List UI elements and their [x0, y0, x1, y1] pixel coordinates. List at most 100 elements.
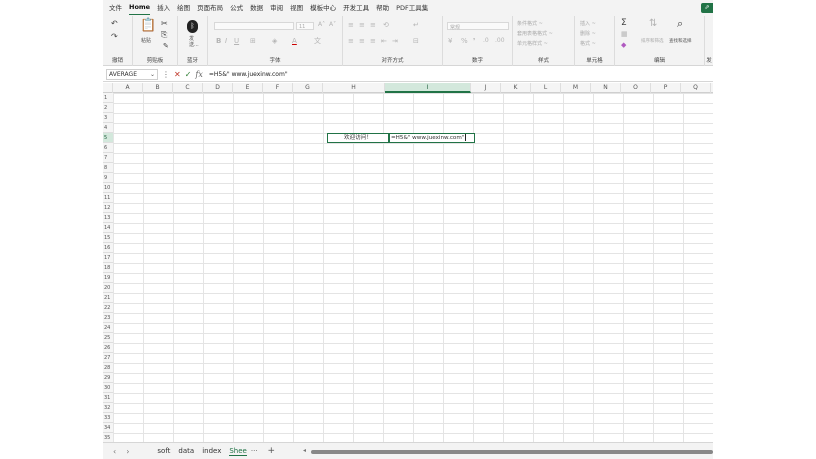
- delete-cells-button[interactable]: 删除 ~: [580, 30, 596, 37]
- column-header-k[interactable]: K: [501, 83, 531, 93]
- column-header-f[interactable]: F: [263, 83, 293, 93]
- row-header-8[interactable]: 8: [103, 163, 113, 173]
- sort-filter-label[interactable]: 排序和筛选: [641, 38, 664, 44]
- send-label[interactable]: 发 送...: [189, 36, 199, 48]
- align-right-icon[interactable]: ≡: [370, 38, 376, 45]
- formula-input[interactable]: =H5&" www.juexinw.com": [209, 71, 288, 78]
- align-middle-icon[interactable]: ≡: [359, 22, 365, 29]
- name-box[interactable]: AVERAGE ⌄: [106, 68, 158, 80]
- row-header-6[interactable]: 6: [103, 143, 113, 153]
- menu-help[interactable]: 帮助: [376, 0, 389, 16]
- sort-filter-icon[interactable]: ⇅: [649, 19, 657, 29]
- menu-formulas[interactable]: 公式: [230, 0, 243, 16]
- align-left-icon[interactable]: ≡: [348, 38, 354, 45]
- font-color-icon[interactable]: A: [292, 38, 297, 45]
- row-header-2[interactable]: 2: [103, 103, 113, 113]
- next-sheet-icon[interactable]: ›: [126, 447, 129, 456]
- comma-icon[interactable]: ❜: [473, 38, 475, 45]
- menu-draw[interactable]: 绘图: [177, 0, 190, 16]
- format-as-table-button[interactable]: 套用表格格式 ~: [517, 30, 553, 37]
- column-header-d[interactable]: D: [203, 83, 233, 93]
- menu-template-center[interactable]: 模板中心: [310, 0, 336, 16]
- more-sheets-icon[interactable]: ···: [251, 447, 258, 455]
- row-header-24[interactable]: 24: [103, 323, 113, 333]
- row-header-12[interactable]: 12: [103, 203, 113, 213]
- row-header-20[interactable]: 20: [103, 283, 113, 293]
- format-cells-button[interactable]: 格式 ~: [580, 40, 596, 47]
- enter-icon[interactable]: ✓: [185, 70, 192, 79]
- row-header-14[interactable]: 14: [103, 223, 113, 233]
- row-header-1[interactable]: 1: [103, 93, 113, 103]
- menu-pdf-tools[interactable]: PDF工具集: [396, 0, 428, 16]
- menu-data[interactable]: 数据: [250, 0, 263, 16]
- column-header-e[interactable]: E: [233, 83, 263, 93]
- increase-indent-icon[interactable]: ⇥: [392, 38, 398, 45]
- row-header-11[interactable]: 11: [103, 193, 113, 203]
- column-header-b[interactable]: B: [143, 83, 173, 93]
- insert-cells-button[interactable]: 插入 ~: [580, 20, 596, 27]
- decrease-decimal-icon[interactable]: .00: [495, 38, 505, 44]
- row-header-32[interactable]: 32: [103, 403, 113, 413]
- bold-icon[interactable]: B: [216, 38, 221, 45]
- fill-color-icon[interactable]: ◈: [272, 38, 277, 45]
- find-icon[interactable]: ⌕: [677, 18, 683, 29]
- row-header-19[interactable]: 19: [103, 273, 113, 283]
- menu-insert[interactable]: 插入: [157, 0, 170, 16]
- column-header-q[interactable]: Q: [681, 83, 711, 93]
- menu-home[interactable]: Home: [129, 1, 151, 15]
- autosum-icon[interactable]: Σ: [621, 19, 627, 28]
- column-header-c[interactable]: C: [173, 83, 203, 93]
- paste-label[interactable]: 粘贴: [141, 37, 151, 44]
- find-select-label[interactable]: 查找和选择: [669, 38, 692, 44]
- add-sheet-button[interactable]: +: [268, 446, 276, 456]
- border-icon[interactable]: ⊞: [250, 38, 256, 45]
- redo-icon[interactable]: ↷: [111, 33, 118, 41]
- menu-file[interactable]: 文件: [109, 0, 122, 16]
- column-header-j[interactable]: J: [471, 83, 501, 93]
- row-header-9[interactable]: 9: [103, 173, 113, 183]
- chevron-down-icon[interactable]: ⌄: [150, 70, 155, 79]
- decrease-indent-icon[interactable]: ⇤: [381, 38, 387, 45]
- row-header-13[interactable]: 13: [103, 213, 113, 223]
- copy-icon[interactable]: ⎘: [161, 31, 167, 39]
- row-header-5[interactable]: 5: [103, 133, 113, 143]
- menu-developer[interactable]: 开发工具: [343, 0, 369, 16]
- more-options-icon[interactable]: ⋮: [162, 70, 170, 79]
- align-bottom-icon[interactable]: ≡: [370, 22, 376, 29]
- column-header-g[interactable]: G: [293, 83, 323, 93]
- row-header-30[interactable]: 30: [103, 383, 113, 393]
- menu-review[interactable]: 审阅: [270, 0, 283, 16]
- column-header-l[interactable]: L: [531, 83, 561, 93]
- cell-styles-button[interactable]: 单元格样式 ~: [517, 40, 548, 47]
- orientation-icon[interactable]: ⟲: [383, 22, 389, 29]
- share-icon[interactable]: ⇗: [701, 3, 713, 13]
- row-header-10[interactable]: 10: [103, 183, 113, 193]
- phonetic-icon[interactable]: 文: [314, 38, 321, 45]
- menu-page-layout[interactable]: 页面布局: [197, 0, 223, 16]
- row-header-4[interactable]: 4: [103, 123, 113, 133]
- row-header-31[interactable]: 31: [103, 393, 113, 403]
- bluetooth-icon[interactable]: ᛒ: [187, 20, 198, 33]
- row-header-15[interactable]: 15: [103, 233, 113, 243]
- align-top-icon[interactable]: ≡: [348, 22, 354, 29]
- row-header-21[interactable]: 21: [103, 293, 113, 303]
- underline-icon[interactable]: U: [234, 38, 239, 45]
- insert-function-icon[interactable]: fx: [195, 70, 202, 79]
- row-header-18[interactable]: 18: [103, 263, 113, 273]
- row-header-35[interactable]: 35: [103, 433, 113, 442]
- conditional-format-button[interactable]: 条件格式 ~: [517, 20, 543, 27]
- merge-center-icon[interactable]: ⊟: [413, 38, 419, 45]
- paste-icon[interactable]: 📋: [140, 19, 156, 32]
- font-name-box[interactable]: [214, 22, 294, 30]
- row-header-7[interactable]: 7: [103, 153, 113, 163]
- column-header-n[interactable]: N: [591, 83, 621, 93]
- column-header-o[interactable]: O: [621, 83, 651, 93]
- row-header-25[interactable]: 25: [103, 333, 113, 343]
- row-header-3[interactable]: 3: [103, 113, 113, 123]
- prev-sheet-icon[interactable]: ‹: [113, 447, 116, 456]
- column-header-a[interactable]: A: [113, 83, 143, 93]
- column-header-m[interactable]: M: [561, 83, 591, 93]
- font-size-box[interactable]: 11: [296, 22, 314, 30]
- wrap-text-icon[interactable]: ↵: [413, 22, 419, 29]
- cell-i5[interactable]: =H5&" www.juexinw.com": [389, 133, 475, 143]
